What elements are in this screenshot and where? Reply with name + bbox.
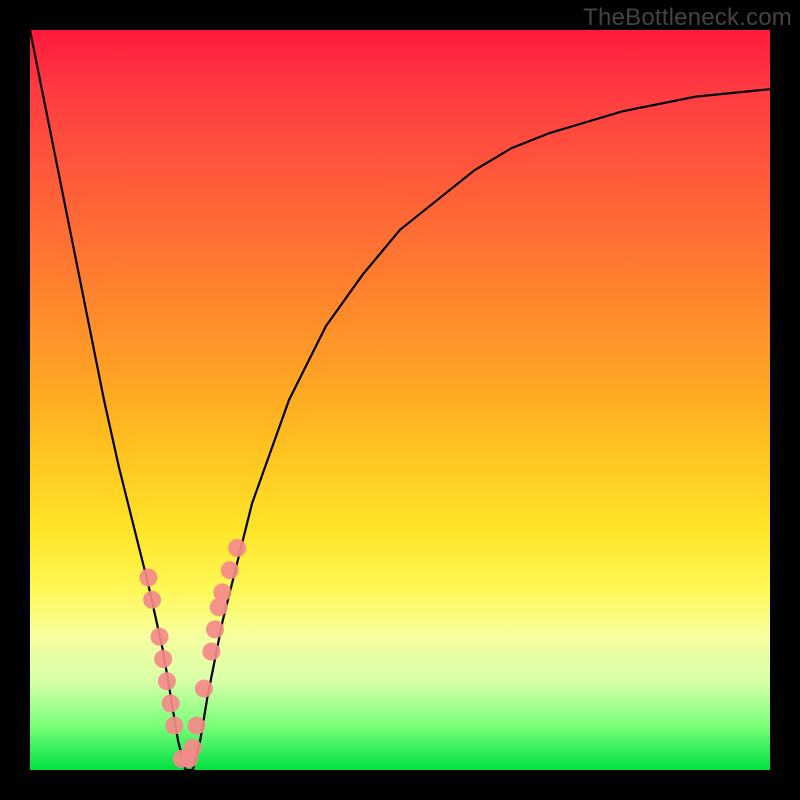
watermark-text: TheBottleneck.com <box>583 4 792 32</box>
chart-frame: TheBottleneck.com <box>0 0 800 800</box>
data-points <box>139 539 246 768</box>
curve-layer <box>30 30 770 770</box>
bottleneck-curve <box>30 30 770 770</box>
